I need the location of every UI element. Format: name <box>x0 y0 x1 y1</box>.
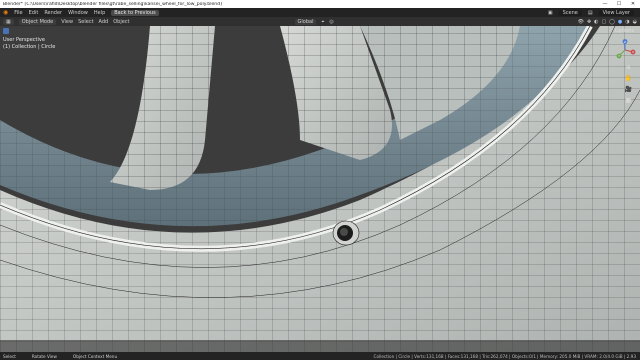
snap-icon[interactable]: ⌖ <box>321 19 324 25</box>
select-tool-icon[interactable] <box>3 28 9 34</box>
valve-stem-hole[interactable] <box>332 220 360 246</box>
shading-solid-icon[interactable]: ● <box>618 19 622 25</box>
menu-edit[interactable]: Edit <box>29 10 39 16</box>
menu-add[interactable]: Add <box>99 19 109 25</box>
navigation-gizmo[interactable]: Z X Y <box>614 39 636 61</box>
scene-field[interactable]: Scene <box>558 9 582 16</box>
pan-hand-icon[interactable]: ✋ <box>625 75 632 82</box>
status-select: Select <box>3 353 16 359</box>
scene-statistics: Collection | Circle | Verts:131,168 | Fa… <box>373 353 636 359</box>
transform-orientation-dropdown[interactable]: Global <box>294 18 317 25</box>
gizmo-y-label: Y <box>618 54 620 58</box>
shading-wire-icon[interactable]: ◯ <box>609 19 615 25</box>
menu-window[interactable]: Window <box>68 10 88 16</box>
title-bar: Blender* [C:\Users\rafid\Desktop\blender… <box>0 0 640 8</box>
collection-label: (1) Collection | Circle <box>3 43 56 50</box>
viewport-info: User Perspective (1) Collection | Circle <box>3 37 55 50</box>
view-layer-icon: ▤ <box>587 9 593 16</box>
close-button[interactable]: ✕ <box>626 1 640 7</box>
menu-select[interactable]: Select <box>78 19 93 25</box>
gizmo-toggle-icon[interactable]: ✥ <box>587 19 591 25</box>
top-menu-bar: ◉ File Edit Render Window Help Back to P… <box>0 8 640 17</box>
menu-view[interactable]: View <box>61 19 73 25</box>
camera-icon[interactable]: 🎥 <box>625 86 632 93</box>
status-bar: Select Rotate View Object Context Menu C… <box>0 352 640 360</box>
window-title: Blender* [C:\Users\rafid\Desktop\blender… <box>3 1 222 7</box>
visibility-icon[interactable]: 👁 <box>578 19 584 25</box>
header-right-tools: 👁 ✥ ◐ ▢ ◯ ● ◑ ◒ <box>578 19 640 25</box>
grid-projection-icon[interactable]: ▦ <box>625 97 631 104</box>
xray-toggle-icon[interactable]: ▢ <box>602 19 607 25</box>
status-rotate: Rotate View <box>31 353 57 359</box>
minimize-button[interactable]: — <box>598 1 612 7</box>
rotate-tool-icon[interactable] <box>17 28 23 34</box>
status-context: Object Context Menu <box>72 353 118 359</box>
overlay-toggle-icon[interactable]: ◐ <box>594 19 598 25</box>
shading-material-icon[interactable]: ◑ <box>625 19 629 25</box>
shading-render-icon[interactable]: ◒ <box>633 19 637 25</box>
viewport-header: ▦ Object Mode View Select Add Object Glo… <box>0 17 640 26</box>
menu-render[interactable]: Render <box>44 10 62 16</box>
options-dropdown[interactable]: Options <box>615 28 634 34</box>
maximize-button[interactable]: ☐ <box>612 1 626 7</box>
scene-icon: ▣ <box>547 9 553 16</box>
3d-viewport[interactable]: User Perspective (1) Collection | Circle… <box>0 26 640 352</box>
gizmo-x-label: X <box>632 50 634 54</box>
gizmo-z-label: Z <box>624 40 626 44</box>
wheel-mesh-render[interactable] <box>0 26 640 352</box>
scale-tool-icon[interactable] <box>24 28 30 34</box>
move-tool-icon[interactable] <box>10 28 16 34</box>
proportional-icon[interactable]: ◎ <box>329 19 333 25</box>
back-to-previous-button[interactable]: Back to Previous <box>111 9 159 16</box>
view-layer-field[interactable]: View Layer <box>598 9 634 16</box>
editor-type-icon[interactable]: ▦ <box>3 18 14 25</box>
blender-logo-icon[interactable]: ◉ <box>3 9 8 16</box>
menu-object[interactable]: Object <box>113 19 129 25</box>
viewport-nav-buttons: ⊕ ✋ 🎥 ▦ <box>625 64 632 104</box>
window-controls: — ☐ ✕ <box>598 1 640 7</box>
scene-selectors: ▣ Scene ▤ View Layer <box>547 9 640 16</box>
menu-file[interactable]: File <box>14 10 22 16</box>
transform-tool-icon[interactable] <box>31 28 37 34</box>
viewport-toolbar <box>3 28 37 34</box>
menu-help[interactable]: Help <box>94 10 105 16</box>
mode-dropdown[interactable]: Object Mode <box>18 18 57 25</box>
zoom-icon[interactable]: ⊕ <box>626 64 631 71</box>
